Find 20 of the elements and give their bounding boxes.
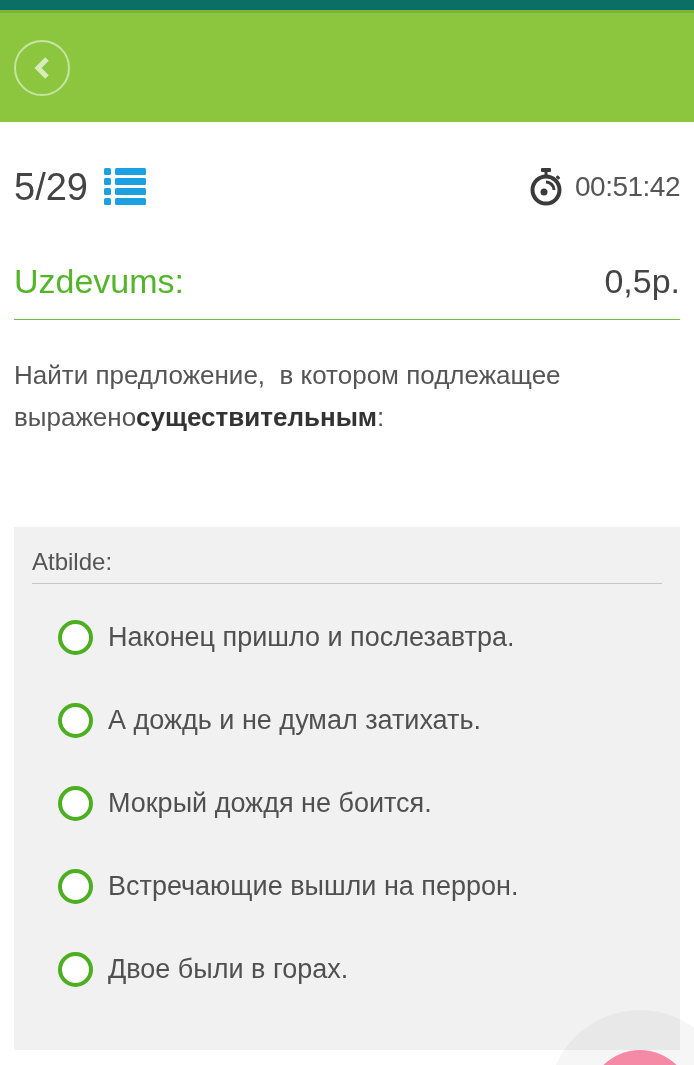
- answer-option[interactable]: Мокрый дождя не боится.: [108, 783, 432, 824]
- chevron-left-icon: [34, 56, 50, 79]
- answer-label: Atbilde:: [32, 548, 113, 575]
- list-icon[interactable]: [103, 168, 146, 206]
- radio-button[interactable]: [58, 952, 93, 987]
- radio-button[interactable]: [58, 620, 93, 655]
- answer-option[interactable]: Наконец пришло и послезавтра.: [108, 617, 515, 658]
- question-counter: 5/29: [14, 164, 88, 210]
- task-label: Uzdevums:: [14, 261, 185, 302]
- back-button[interactable]: [14, 39, 70, 96]
- answer-option[interactable]: А дождь и не думал затихать.: [108, 700, 481, 741]
- question-text: Найти предложение, в котором подлежащее выраженосуществительным:: [14, 359, 562, 434]
- answer-option[interactable]: Встречающие вышли на перрон.: [108, 866, 519, 907]
- task-points: 0,5p.: [604, 261, 680, 302]
- radio-button[interactable]: [58, 703, 93, 738]
- radio-button[interactable]: [58, 869, 93, 904]
- answer-option[interactable]: Двое были в горах.: [108, 949, 349, 990]
- stopwatch-icon: [529, 168, 563, 206]
- timer-text: 00:51:42: [575, 170, 680, 204]
- radio-button[interactable]: [58, 786, 93, 821]
